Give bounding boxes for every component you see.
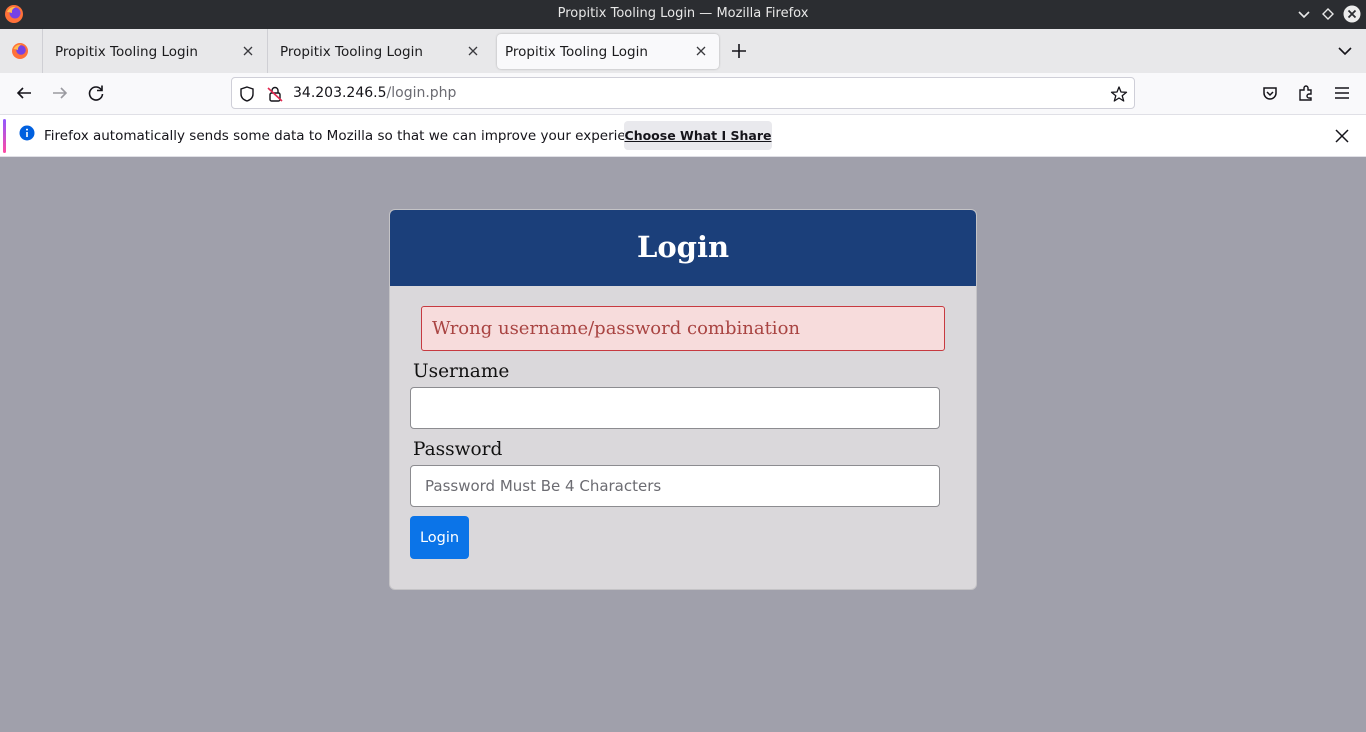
url-text[interactable]: 34.203.246.5/login.php — [293, 85, 456, 101]
tab-close-icon[interactable] — [693, 43, 709, 59]
menu-icon[interactable] — [1332, 83, 1352, 103]
list-all-tabs-icon[interactable] — [1336, 42, 1354, 60]
forward-icon[interactable] — [50, 83, 70, 103]
tab-label: Propitix Tooling Login — [55, 44, 198, 60]
login-card: Login Wrong username/password combinatio… — [389, 209, 977, 590]
tab-login-1[interactable]: Propitix Tooling Login — [42, 34, 262, 69]
pocket-icon[interactable] — [1260, 83, 1280, 103]
tab-login-3[interactable]: Propitix Tooling Login — [497, 34, 719, 69]
password-label: Password — [413, 439, 503, 460]
error-alert: Wrong username/password combination — [421, 306, 945, 351]
page-title: Login — [636, 230, 730, 264]
choose-what-i-share-button[interactable]: Choose What I Share — [624, 121, 772, 150]
login-button[interactable]: Login — [410, 516, 469, 559]
firefox-view-icon[interactable] — [10, 41, 30, 61]
tab-close-icon[interactable] — [240, 43, 256, 59]
insecure-lock-icon[interactable] — [266, 85, 284, 103]
window-title: Propitix Tooling Login — Mozilla Firefox — [557, 6, 809, 21]
extensions-icon[interactable] — [1296, 83, 1316, 103]
close-notification-icon[interactable] — [1333, 127, 1351, 145]
card-header: Login — [390, 210, 976, 286]
new-tab-icon[interactable] — [729, 41, 749, 61]
notification-accent — [3, 119, 6, 153]
tab-strip: Propitix Tooling Login Propitix Tooling … — [0, 29, 1366, 73]
username-label: Username — [413, 361, 510, 382]
url-bar[interactable]: 34.203.246.5/login.php — [231, 77, 1135, 109]
bookmark-star-icon[interactable] — [1110, 85, 1128, 103]
data-reporting-notification: Firefox automatically sends some data to… — [0, 115, 1366, 157]
window-titlebar: Propitix Tooling Login — Mozilla Firefox — [0, 0, 1366, 29]
url-host: 34.203.246.5 — [293, 85, 387, 101]
tab-login-2[interactable]: Propitix Tooling Login — [267, 34, 487, 69]
minimize-icon[interactable] — [1296, 6, 1312, 22]
notification-message: Firefox automatically sends some data to… — [44, 128, 655, 144]
info-icon — [19, 125, 35, 141]
tab-close-icon[interactable] — [465, 43, 481, 59]
tab-label: Propitix Tooling Login — [505, 44, 648, 60]
close-icon[interactable] — [1343, 5, 1361, 23]
reload-icon[interactable] — [86, 83, 106, 103]
navigation-toolbar: 34.203.246.5/login.php — [0, 73, 1366, 115]
password-input[interactable] — [410, 465, 940, 507]
restore-icon[interactable] — [1320, 6, 1336, 22]
url-path: /login.php — [386, 85, 457, 101]
shield-icon[interactable] — [238, 85, 256, 103]
username-input[interactable] — [410, 387, 940, 429]
tab-label: Propitix Tooling Login — [280, 44, 423, 60]
back-icon[interactable] — [14, 83, 34, 103]
error-message: Wrong username/password combination — [432, 318, 800, 339]
